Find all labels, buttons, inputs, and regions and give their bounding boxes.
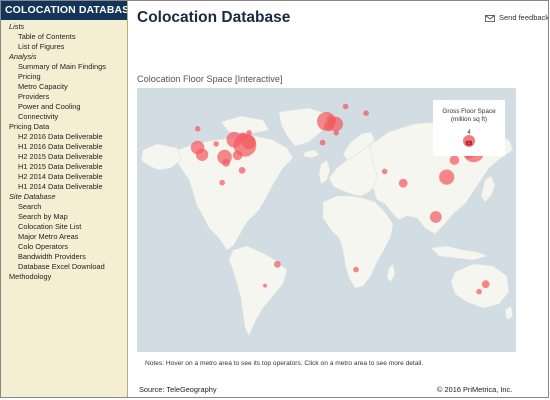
sidebar-item-connectivity[interactable]: Connectivity: [0, 112, 127, 122]
metro-bubble[interactable]: [246, 130, 252, 136]
metro-bubble[interactable]: [194, 126, 201, 132]
metro-bubble[interactable]: [238, 167, 246, 174]
sidebar-section-site-database: Site Database: [9, 192, 56, 201]
map-legend: Gross Floor Space (million sq ft) 4 0.5: [433, 100, 505, 156]
metro-bubble[interactable]: [449, 155, 460, 165]
legend-title: Gross Floor Space: [442, 108, 496, 115]
map-notes: Notes: Hover on a metro area to see its …: [145, 360, 424, 367]
sidebar-item-search[interactable]: Search: [0, 202, 127, 212]
source-text: Source: TeleGeography: [139, 385, 217, 394]
sidebar-item-power-and-cooling[interactable]: Power and Cooling: [0, 102, 127, 112]
sidebar: COLOCATION DATABASE Lists Table of Conten…: [0, 0, 128, 398]
sidebar-item-table-of-contents[interactable]: Table of Contents: [0, 32, 127, 42]
sidebar-nav: Lists Table of Contents List of Figures Ana…: [0, 20, 127, 282]
metro-bubble[interactable]: [222, 158, 230, 167]
sidebar-item-methodology[interactable]: Methodology: [0, 272, 127, 282]
sidebar-item-colo-operators[interactable]: Colo Operators: [0, 242, 127, 252]
metro-bubble[interactable]: [342, 103, 349, 110]
legend-small-value: 0.5: [466, 141, 473, 147]
sidebar-item-major-metro-areas[interactable]: Major Metro Areas: [0, 232, 127, 242]
sidebar-item-search-by-map[interactable]: Search by Map: [0, 212, 127, 222]
sidebar-section-analysis: Analysis: [9, 52, 37, 61]
sidebar-item-providers[interactable]: Providers: [0, 92, 127, 102]
sidebar-item-bandwidth-providers[interactable]: Bandwidth Providers: [0, 252, 127, 262]
sidebar-item-h2-2015-data-deliverable[interactable]: H2 2015 Data Deliverable: [0, 152, 127, 162]
metro-bubble[interactable]: [219, 179, 225, 186]
metro-bubble[interactable]: [327, 115, 337, 125]
sidebar-item-h1-2015-data-deliverable[interactable]: H1 2015 Data Deliverable: [0, 162, 127, 172]
metro-bubble[interactable]: [381, 168, 388, 175]
metro-bubble[interactable]: [333, 130, 339, 136]
copyright-text: © 2016 PriMetrica, Inc.: [437, 385, 513, 394]
metro-bubble[interactable]: [263, 283, 267, 288]
metro-bubble[interactable]: [213, 141, 219, 147]
metro-bubble[interactable]: [319, 139, 326, 146]
metro-bubble[interactable]: [439, 169, 455, 185]
metro-bubble[interactable]: [195, 148, 209, 161]
metro-bubble[interactable]: [429, 211, 442, 223]
sidebar-item-h2-2016-data-deliverable[interactable]: H2 2016 Data Deliverable: [0, 132, 127, 142]
sidebar-item-metro-capacity[interactable]: Metro Capacity: [0, 82, 127, 92]
sidebar-item-h2-2014-data-deliverable[interactable]: H2 2014 Data Deliverable: [0, 172, 127, 182]
send-feedback-link[interactable]: Send feedback: [485, 13, 549, 22]
legend-units: (million sq ft): [451, 116, 487, 123]
sidebar-section-lists: Lists: [9, 22, 25, 31]
metro-bubble[interactable]: [398, 178, 408, 188]
metro-bubble[interactable]: [481, 280, 490, 289]
world-map[interactable]: Gross Floor Space (million sq ft) 4 0.5: [137, 88, 516, 352]
sidebar-item-summary-of-main-findings[interactable]: Summary of Main Findings: [0, 62, 127, 72]
metro-bubble[interactable]: [363, 110, 369, 116]
sidebar-item-pricing[interactable]: Pricing: [0, 72, 127, 82]
send-feedback-label: Send feedback: [499, 13, 550, 22]
metro-bubble[interactable]: [476, 288, 482, 295]
envelope-icon: [485, 14, 495, 22]
metro-bubble[interactable]: [274, 261, 281, 268]
map-title: Colocation Floor Space [Interactive]: [137, 74, 283, 84]
sidebar-item-database-excel-download[interactable]: Database Excel Download: [0, 262, 127, 272]
metro-bubble[interactable]: [239, 132, 247, 141]
sidebar-header: COLOCATION DATABASE: [0, 0, 127, 20]
metro-bubble[interactable]: [353, 266, 359, 273]
page-title: Colocation Database: [137, 9, 291, 26]
sidebar-item-list-of-figures[interactable]: List of Figures: [0, 42, 127, 52]
sidebar-item-pricing-data[interactable]: Pricing Data: [0, 122, 127, 132]
sidebar-item-h1-2016-data-deliverable[interactable]: H1 2016 Data Deliverable: [0, 142, 127, 152]
sidebar-item-colocation-site-list[interactable]: Colocation Site List: [0, 222, 127, 232]
sidebar-item-h1-2014-data-deliverable[interactable]: H1 2014 Data Deliverable: [0, 182, 127, 192]
